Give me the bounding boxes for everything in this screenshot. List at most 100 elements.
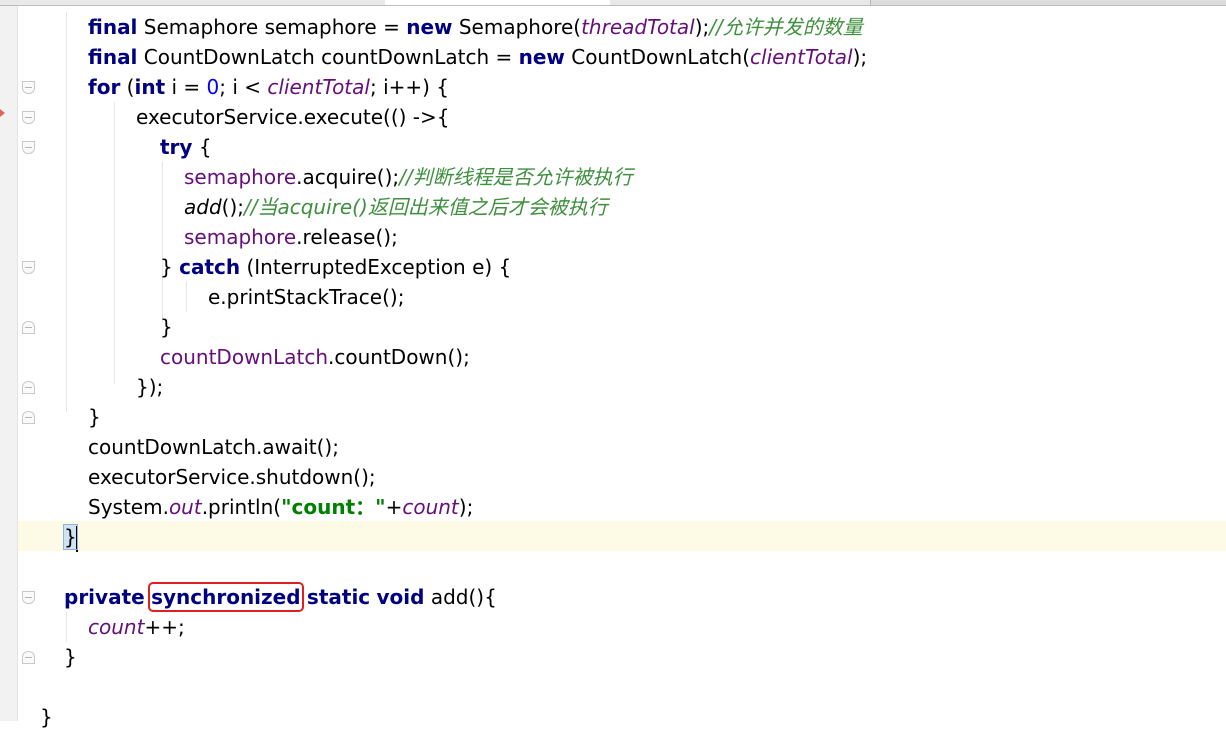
fold-icon[interactable] xyxy=(22,381,35,394)
indent-guide xyxy=(162,162,163,322)
code-token: "count：" xyxy=(281,495,386,519)
editor-gutter xyxy=(0,6,18,721)
code-line[interactable]: try { xyxy=(160,132,212,162)
code-line[interactable]: countDownLatch.countDown(); xyxy=(160,342,470,372)
code-token: .release(); xyxy=(296,225,398,249)
code-token: out xyxy=(168,495,202,519)
code-token: + xyxy=(385,495,403,519)
code-token: ); xyxy=(852,45,868,69)
code-token: ++; xyxy=(144,615,185,639)
current-line-highlight xyxy=(18,521,1226,551)
code-line[interactable]: } xyxy=(160,312,173,342)
code-token: CountDownLatch countDownLatch = xyxy=(137,45,519,69)
code-token: catch xyxy=(179,255,241,279)
code-token: semaphore xyxy=(184,225,297,249)
code-line[interactable]: semaphore.release(); xyxy=(184,222,398,252)
indent-guide xyxy=(186,282,187,312)
code-token: clientTotal xyxy=(750,45,853,69)
code-line[interactable]: final Semaphore semaphore = new Semaphor… xyxy=(88,12,863,42)
code-token: countDownLatch xyxy=(160,345,329,369)
code-token: semaphore xyxy=(184,165,297,189)
fold-icon[interactable] xyxy=(22,591,35,604)
code-line[interactable]: executorService.shutdown(); xyxy=(88,462,376,492)
code-token: .println( xyxy=(201,495,282,519)
code-token: add(){ xyxy=(424,585,497,609)
fold-icon[interactable] xyxy=(22,111,35,124)
code-token: } xyxy=(64,645,77,669)
code-token: { xyxy=(192,135,212,159)
code-token: for xyxy=(88,75,121,99)
code-token: new xyxy=(518,45,565,69)
fold-icon[interactable] xyxy=(22,141,35,154)
code-line[interactable]: private synchronized static void add(){ xyxy=(64,582,497,612)
fold-icon[interactable] xyxy=(22,411,35,424)
code-token: //当acquire()返回出来值之后才会被执行 xyxy=(244,195,608,219)
code-token: count xyxy=(88,615,145,639)
indent-guide xyxy=(114,102,115,384)
fold-icon[interactable] xyxy=(22,651,35,664)
code-token: private xyxy=(64,585,145,609)
code-line[interactable]: } xyxy=(64,642,77,672)
code-token: .countDown(); xyxy=(328,345,470,369)
code-token: (); xyxy=(221,195,244,219)
code-token: CountDownLatch( xyxy=(564,45,751,69)
code-line[interactable]: }); xyxy=(136,372,163,402)
code-token: clientTotal xyxy=(267,75,370,99)
indent-guide xyxy=(66,612,67,642)
code-token: count xyxy=(402,495,459,519)
code-token: ); xyxy=(694,15,710,39)
code-line[interactable]: } catch (InterruptedException e) { xyxy=(160,252,511,282)
code-line[interactable]: count++; xyxy=(88,612,185,642)
code-line[interactable]: semaphore.acquire();//判断线程是否允许被执行 xyxy=(184,162,633,192)
code-token: (InterruptedException e) { xyxy=(240,255,512,279)
code-token: i = xyxy=(165,75,207,99)
code-token: } xyxy=(160,255,180,279)
code-token: try xyxy=(160,135,193,159)
code-line[interactable]: executorService.execute(() ->{ xyxy=(136,102,450,132)
editor-tab-active[interactable] xyxy=(385,0,611,5)
code-token: int xyxy=(134,75,166,99)
code-token: executorService.shutdown(); xyxy=(88,465,376,489)
highlighted-keyword: synchronized xyxy=(148,582,304,612)
code-token: void xyxy=(376,585,425,609)
editor-tab[interactable] xyxy=(0,0,201,5)
code-token: } xyxy=(40,705,53,729)
code-token: new xyxy=(406,15,453,39)
fold-icon[interactable] xyxy=(22,81,35,94)
code-token: Semaphore semaphore = xyxy=(137,15,407,39)
code-line[interactable]: } xyxy=(40,702,53,732)
code-line[interactable]: add();//当acquire()返回出来值之后才会被执行 xyxy=(184,192,608,222)
code-token: System. xyxy=(88,495,169,519)
code-token: final xyxy=(88,15,138,39)
fold-icon[interactable] xyxy=(22,261,35,274)
indent-guide xyxy=(66,12,67,412)
code-line[interactable]: } xyxy=(88,402,101,432)
text-caret xyxy=(75,525,78,552)
code-line[interactable]: countDownLatch.await(); xyxy=(88,432,339,462)
code-token: Semaphore( xyxy=(452,15,582,39)
editor-tab[interactable] xyxy=(610,0,871,5)
code-token: e.printStackTrace(); xyxy=(208,285,405,309)
code-token: ( xyxy=(120,75,135,99)
code-token: }); xyxy=(136,375,164,399)
code-token: .acquire(); xyxy=(296,165,400,189)
code-token: } xyxy=(160,315,173,339)
code-line[interactable]: e.printStackTrace(); xyxy=(208,282,404,312)
code-token: ; i < xyxy=(219,75,268,99)
code-token: executorService.execute(() ->{ xyxy=(136,105,450,129)
code-line[interactable]: final CountDownLatch countDownLatch = ne… xyxy=(88,42,867,72)
code-token: ); xyxy=(458,495,474,519)
editor-tab-bar xyxy=(0,0,1226,6)
code-token: static xyxy=(306,585,371,609)
code-token: //判断线程是否允许被执行 xyxy=(399,165,633,189)
fold-icon[interactable] xyxy=(22,321,35,334)
code-line[interactable]: } xyxy=(63,522,78,552)
error-marker-icon xyxy=(0,109,5,117)
code-line[interactable]: for (int i = 0; i < clientTotal; i++) { xyxy=(88,72,449,102)
code-token: ; i++) { xyxy=(369,75,450,99)
code-token: } xyxy=(88,405,101,429)
code-token: //允许并发的数量 xyxy=(709,15,863,39)
code-token: 0 xyxy=(206,75,220,99)
code-line[interactable]: System.out.println("count："+count); xyxy=(88,492,473,522)
editor-tab[interactable] xyxy=(200,0,386,5)
